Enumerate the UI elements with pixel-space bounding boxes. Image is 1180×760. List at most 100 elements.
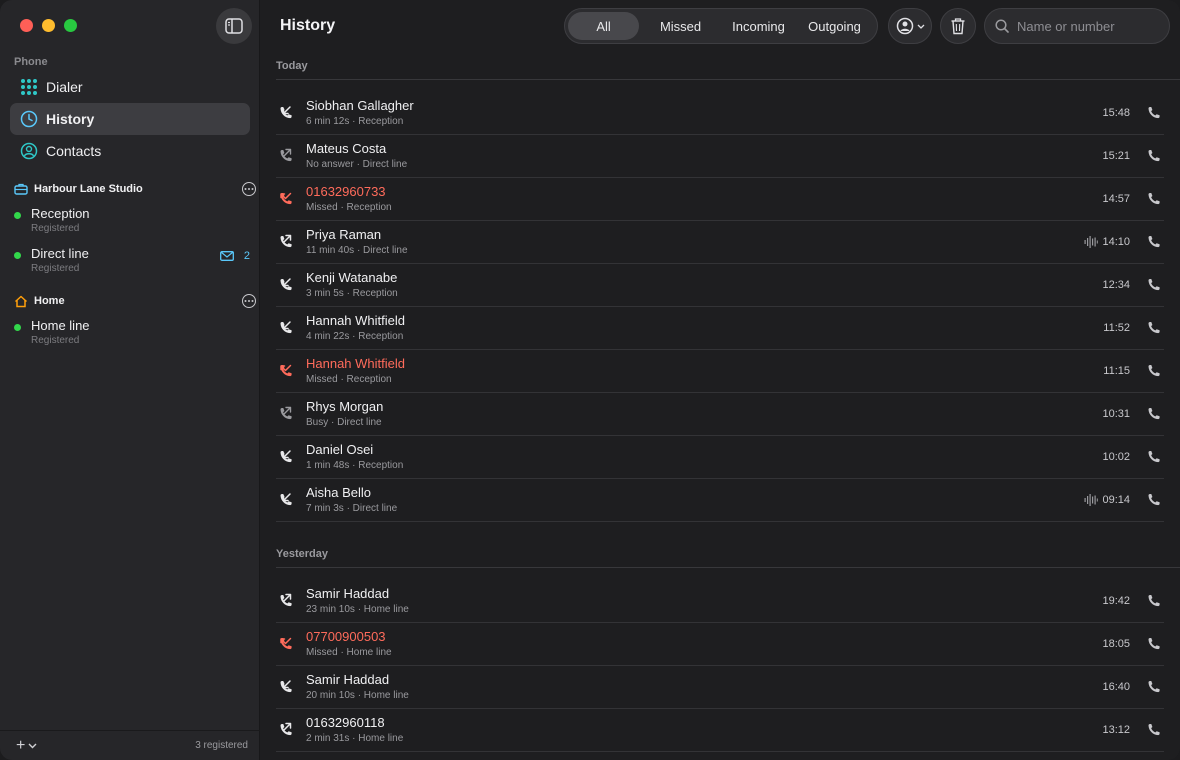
line-status: Registered	[31, 335, 80, 346]
voicemail-count: 2	[243, 250, 250, 262]
main-panel: History All Missed Incoming Outgoing Tod…	[260, 0, 1180, 760]
call-time: 19:42	[1102, 595, 1130, 607]
registered-count: 3 registered	[195, 740, 248, 751]
close-window-button[interactable]	[20, 19, 33, 32]
app-window: Phone Dialer History Contacts Harbour La…	[0, 0, 1180, 760]
call-history-row[interactable]: Hannah Whitfield 4 min 22s · Reception 11:…	[276, 307, 1164, 350]
sidebar-item-history[interactable]: History	[10, 103, 250, 135]
call-history-row[interactable]: Mateus Costa No answer · Direct line 15:21	[276, 135, 1164, 178]
outgoing-failed-call-icon	[280, 148, 292, 162]
waveform-icon[interactable]	[1084, 493, 1098, 507]
sidebar-footer: + 3 registered	[0, 730, 260, 760]
call-history-row[interactable]: 01632960733 Missed · Reception 14:57	[276, 178, 1164, 221]
phone-icon[interactable]	[1146, 679, 1162, 695]
call-time: 10:02	[1102, 451, 1130, 463]
call-detail: 4 min 22s · Reception	[306, 331, 404, 342]
call-history-row[interactable]: Priya Raman 11 min 40s · Direct line 14:10	[276, 221, 1164, 264]
sidebar-item-label: History	[46, 111, 95, 127]
call-time: 14:57	[1102, 193, 1130, 205]
call-detail: 7 min 3s · Direct line	[306, 503, 398, 514]
call-history-row[interactable]: 01632960118 2 min 31s · Home line 13:12	[276, 709, 1164, 752]
line-direct[interactable]: Direct line Registered 2	[14, 246, 250, 274]
phone-icon[interactable]	[1146, 234, 1162, 250]
line-reception[interactable]: Reception Registered	[14, 206, 250, 234]
add-account-button[interactable]: +	[16, 737, 37, 755]
delete-history-button[interactable]	[940, 8, 976, 44]
outgoing-failed-call-icon	[280, 406, 292, 420]
phone-icon[interactable]	[1146, 492, 1162, 508]
sidebar-toggle-button[interactable]	[216, 8, 252, 44]
call-time: 09:14	[1102, 494, 1130, 506]
call-detail: Missed · Reception	[306, 374, 392, 385]
more-options-button[interactable]	[242, 294, 256, 308]
filter-missed[interactable]: Missed	[639, 12, 722, 40]
line-name: Reception	[31, 206, 90, 221]
waveform-icon[interactable]	[1084, 235, 1098, 249]
plus-icon: +	[16, 736, 26, 754]
account-group-name: Harbour Lane Studio	[34, 183, 143, 195]
account-group-name: Home	[34, 295, 65, 307]
caller-name: Priya Raman	[306, 227, 382, 242]
call-history-row[interactable]: Samir Haddad 23 min 10s · Home line 19:42	[276, 580, 1164, 623]
phone-icon[interactable]	[1146, 593, 1162, 609]
sidebar-item-contacts[interactable]: Contacts	[10, 135, 250, 167]
call-history-row[interactable]: Rhys Morgan Busy · Direct line 10:31	[276, 393, 1164, 436]
more-options-button[interactable]	[242, 182, 256, 196]
incoming-call-icon	[280, 680, 292, 693]
sidebar-item-label: Dialer	[46, 79, 83, 95]
caller-name: Siobhan Gallagher	[306, 98, 414, 113]
phone-icon[interactable]	[1146, 191, 1162, 207]
phone-icon[interactable]	[1146, 320, 1162, 336]
call-detail: 2 min 31s · Home line	[306, 733, 404, 744]
call-history-row[interactable]: Siobhan Gallagher 6 min 12s · Reception 15…	[276, 92, 1164, 135]
phone-icon[interactable]	[1146, 449, 1162, 465]
call-detail: 3 min 5s · Reception	[306, 288, 398, 299]
voicemail-badge[interactable]: 2	[219, 250, 250, 262]
caller-name: Rhys Morgan	[306, 399, 384, 414]
registered-status-dot	[14, 212, 21, 219]
filter-outgoing[interactable]: Outgoing	[795, 12, 874, 40]
filter-all[interactable]: All	[568, 12, 640, 40]
registered-status-dot	[14, 324, 21, 331]
call-history-row[interactable]: 07700900503 Missed · Home line 18:05	[276, 623, 1164, 666]
phone-icon[interactable]	[1146, 722, 1162, 738]
search-field[interactable]	[984, 8, 1170, 44]
account-group-harbour: Harbour Lane Studio	[14, 182, 256, 196]
filter-incoming[interactable]: Incoming	[722, 12, 795, 40]
missed-call-icon	[280, 364, 292, 377]
call-history-row[interactable]: Daniel Osei 1 min 48s · Reception 10:02	[276, 436, 1164, 479]
page-title: History	[280, 17, 336, 34]
incoming-call-icon	[280, 278, 292, 291]
phone-icon[interactable]	[1146, 406, 1162, 422]
caller-name: 07700900503	[306, 629, 386, 644]
call-history-row[interactable]: Kenji Watanabe 3 min 5s · Reception 12:34	[276, 264, 1164, 307]
missed-call-icon	[280, 637, 292, 650]
phone-icon[interactable]	[1146, 148, 1162, 164]
call-history-list: Today Siobhan Gallagher 6 min 12s · Recept…	[260, 52, 1180, 760]
call-history-row[interactable]: Samir Haddad 20 min 10s · Home line 16:40	[276, 666, 1164, 709]
call-history-row[interactable]: Hannah Whitfield Missed · Reception 11:15	[276, 350, 1164, 393]
caller-name: Kenji Watanabe	[306, 270, 398, 285]
call-history-row[interactable]: Siobhan Gallagher	[276, 752, 1164, 760]
incoming-call-icon	[280, 321, 292, 334]
call-history-row[interactable]: Aisha Bello 7 min 3s · Direct line 09:14	[276, 479, 1164, 522]
phone-icon[interactable]	[1146, 363, 1162, 379]
zoom-window-button[interactable]	[64, 19, 77, 32]
day-section-header: Yesterday	[276, 540, 1180, 568]
sidebar-item-label: Contacts	[46, 143, 102, 159]
phone-icon[interactable]	[1146, 277, 1162, 293]
person-circle-icon	[896, 17, 913, 35]
sidebar-item-dialer[interactable]: Dialer	[10, 71, 250, 103]
search-input[interactable]	[1017, 18, 1157, 34]
phone-icon[interactable]	[1146, 636, 1162, 652]
ellipsis-icon	[244, 300, 254, 302]
minimize-window-button[interactable]	[42, 19, 55, 32]
outgoing-call-icon	[280, 722, 292, 736]
account-menu-button[interactable]	[888, 8, 932, 44]
line-status: Registered	[31, 223, 80, 234]
call-time: 18:05	[1102, 638, 1130, 650]
phone-icon[interactable]	[1146, 105, 1162, 121]
line-home[interactable]: Home line Registered	[14, 318, 250, 346]
call-filter-segmented-control: All Missed Incoming Outgoing	[564, 8, 878, 44]
caller-name: 01632960733	[306, 184, 386, 199]
